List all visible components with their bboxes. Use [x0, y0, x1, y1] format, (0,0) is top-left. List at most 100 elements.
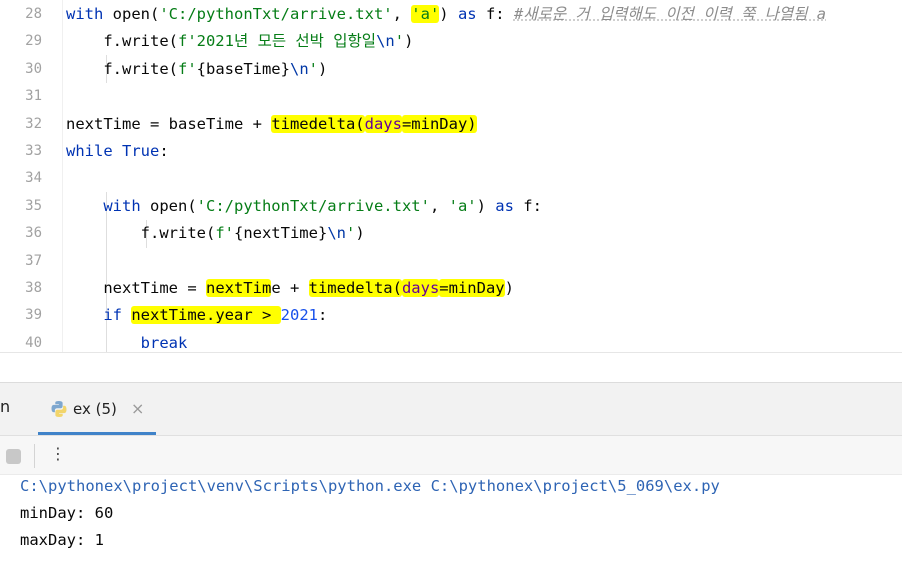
- code-token: e +: [271, 279, 309, 297]
- code-token: ): [476, 196, 496, 215]
- code-token: 'C:/pythonTxt/arrive.txt': [159, 5, 393, 23]
- code-token: #새로운 거 입력해도 이전 이력 쭉 나열됨 a: [513, 5, 827, 23]
- run-tool-window: n ex (5) × ⋮ C:\pythonex\project\venv\Sc…: [0, 383, 902, 566]
- code-token: f.write(: [66, 224, 216, 243]
- console-line: maxDay: 1: [20, 531, 104, 549]
- line-number: 40: [25, 334, 42, 351]
- highlighted-token: days: [364, 114, 402, 133]
- code-token: {baseTime}: [196, 59, 290, 78]
- code-token: if: [103, 306, 122, 325]
- line-number: 36: [25, 225, 42, 242]
- code-text: while True:: [66, 138, 169, 165]
- code-line[interactable]: 32 nextTime = baseTime + timedelta(days=m…: [0, 111, 902, 138]
- code-token: 'a': [448, 196, 477, 215]
- code-text: f.write(f'{baseTime}\n'): [66, 56, 327, 83]
- code-token: ): [439, 5, 458, 23]
- code-token: f.write(: [66, 59, 178, 78]
- code-line[interactable]: 40 break: [0, 330, 902, 352]
- code-token: ): [355, 224, 365, 243]
- code-token: as: [495, 196, 514, 215]
- code-token: ): [504, 279, 514, 297]
- code-token: :: [317, 306, 328, 325]
- more-options-icon[interactable]: ⋮: [50, 444, 66, 463]
- line-number: 31: [25, 88, 42, 105]
- line-number: 39: [25, 307, 42, 324]
- highlighted-token: =minDay): [401, 114, 477, 133]
- code-line[interactable]: 37: [0, 248, 902, 275]
- line-number: 32: [25, 115, 42, 132]
- line-number: 29: [25, 33, 42, 50]
- code-text: with open('C:/pythonTxt/arrive.txt', 'a'…: [66, 193, 542, 220]
- code-text: nextTime = baseTime + timedelta(days=min…: [66, 111, 477, 138]
- run-toolbar: ⋮: [0, 436, 902, 474]
- code-token: \n: [327, 224, 346, 243]
- run-panel-label: n: [0, 397, 11, 416]
- code-token: f.write(: [66, 32, 178, 51]
- close-icon[interactable]: ×: [131, 399, 144, 418]
- code-token: nextTime =: [66, 279, 206, 297]
- line-number: 30: [25, 60, 42, 77]
- code-editor[interactable]: 28 with open('C:/pythonTxt/arrive.txt', '…: [0, 0, 902, 352]
- code-token: ': [308, 59, 318, 78]
- code-token: with: [66, 5, 104, 23]
- toolbar-separator: [34, 444, 35, 468]
- run-tab-ex[interactable]: ex (5) ×: [38, 383, 156, 435]
- code-text: if nextTime.year > 2021:: [66, 302, 327, 329]
- line-number: 28: [25, 6, 42, 22]
- code-token: f': [177, 59, 197, 78]
- line-number: 35: [25, 197, 42, 214]
- code-token: \n: [289, 59, 309, 78]
- panel-splitter[interactable]: [0, 352, 902, 384]
- code-line[interactable]: 29 f.write(f'2021년 모든 선박 입항일\n'): [0, 28, 902, 55]
- code-line[interactable]: 36 f.write(f'{nextTime}\n'): [0, 220, 902, 247]
- code-line[interactable]: 35 with open('C:/pythonTxt/arrive.txt', …: [0, 193, 902, 220]
- code-line[interactable]: 39 if nextTime.year > 2021:: [0, 302, 902, 329]
- highlighted-token: days: [401, 279, 440, 297]
- code-text: nextTime = nextTime + timedelta(days=min…: [66, 275, 514, 302]
- code-token: \n: [376, 32, 395, 51]
- code-token: open(: [103, 5, 160, 23]
- code-token: {nextTime}: [233, 224, 328, 243]
- code-line[interactable]: 30 f.write(f'{baseTime}\n'): [0, 56, 902, 83]
- highlighted-token: 'a': [411, 5, 440, 23]
- run-tab-label: ex (5): [73, 400, 117, 418]
- code-token: :: [159, 142, 169, 160]
- code-line[interactable]: 33 while True:: [0, 138, 902, 165]
- code-token: as: [457, 5, 477, 23]
- highlighted-token: nextTim: [205, 279, 272, 297]
- highlighted-token: timedelta(: [308, 279, 402, 297]
- code-token: break: [140, 333, 188, 352]
- code-token: f': [215, 224, 234, 243]
- console-output[interactable]: C:\pythonex\project\venv\Scripts\python.…: [0, 474, 902, 566]
- code-line[interactable]: 28 with open('C:/pythonTxt/arrive.txt', '…: [0, 1, 902, 28]
- stop-icon[interactable]: [6, 449, 21, 464]
- python-icon: [50, 400, 68, 422]
- line-number: 38: [25, 280, 42, 296]
- highlighted-token: timedelta(: [271, 114, 365, 133]
- line-number: 37: [25, 252, 42, 269]
- code-token: with: [103, 196, 141, 215]
- console-line: minDay: 60: [20, 504, 114, 522]
- highlighted-token: nextTime.year >: [131, 306, 281, 325]
- code-text: f.write(f'{nextTime}\n'): [66, 220, 365, 247]
- code-token: open(: [140, 196, 197, 215]
- code-token: ): [318, 59, 328, 78]
- line-number: 34: [25, 170, 42, 187]
- code-line[interactable]: 34: [0, 165, 902, 192]
- code-text: break: [66, 330, 188, 352]
- code-token: ,: [429, 196, 449, 215]
- code-line[interactable]: 38 nextTime = nextTime + timedelta(days=…: [0, 275, 902, 302]
- code-token: True: [122, 142, 160, 160]
- code-token: ): [404, 32, 414, 51]
- line-number: 33: [25, 143, 42, 159]
- code-text: f.write(f'2021년 모든 선박 입항일\n'): [66, 28, 413, 55]
- code-line[interactable]: 31: [0, 83, 902, 110]
- active-tab-indicator: [38, 432, 156, 435]
- code-token: while: [66, 142, 113, 160]
- code-token: 2021: [280, 306, 318, 325]
- code-text: with open('C:/pythonTxt/arrive.txt', 'a'…: [66, 1, 826, 28]
